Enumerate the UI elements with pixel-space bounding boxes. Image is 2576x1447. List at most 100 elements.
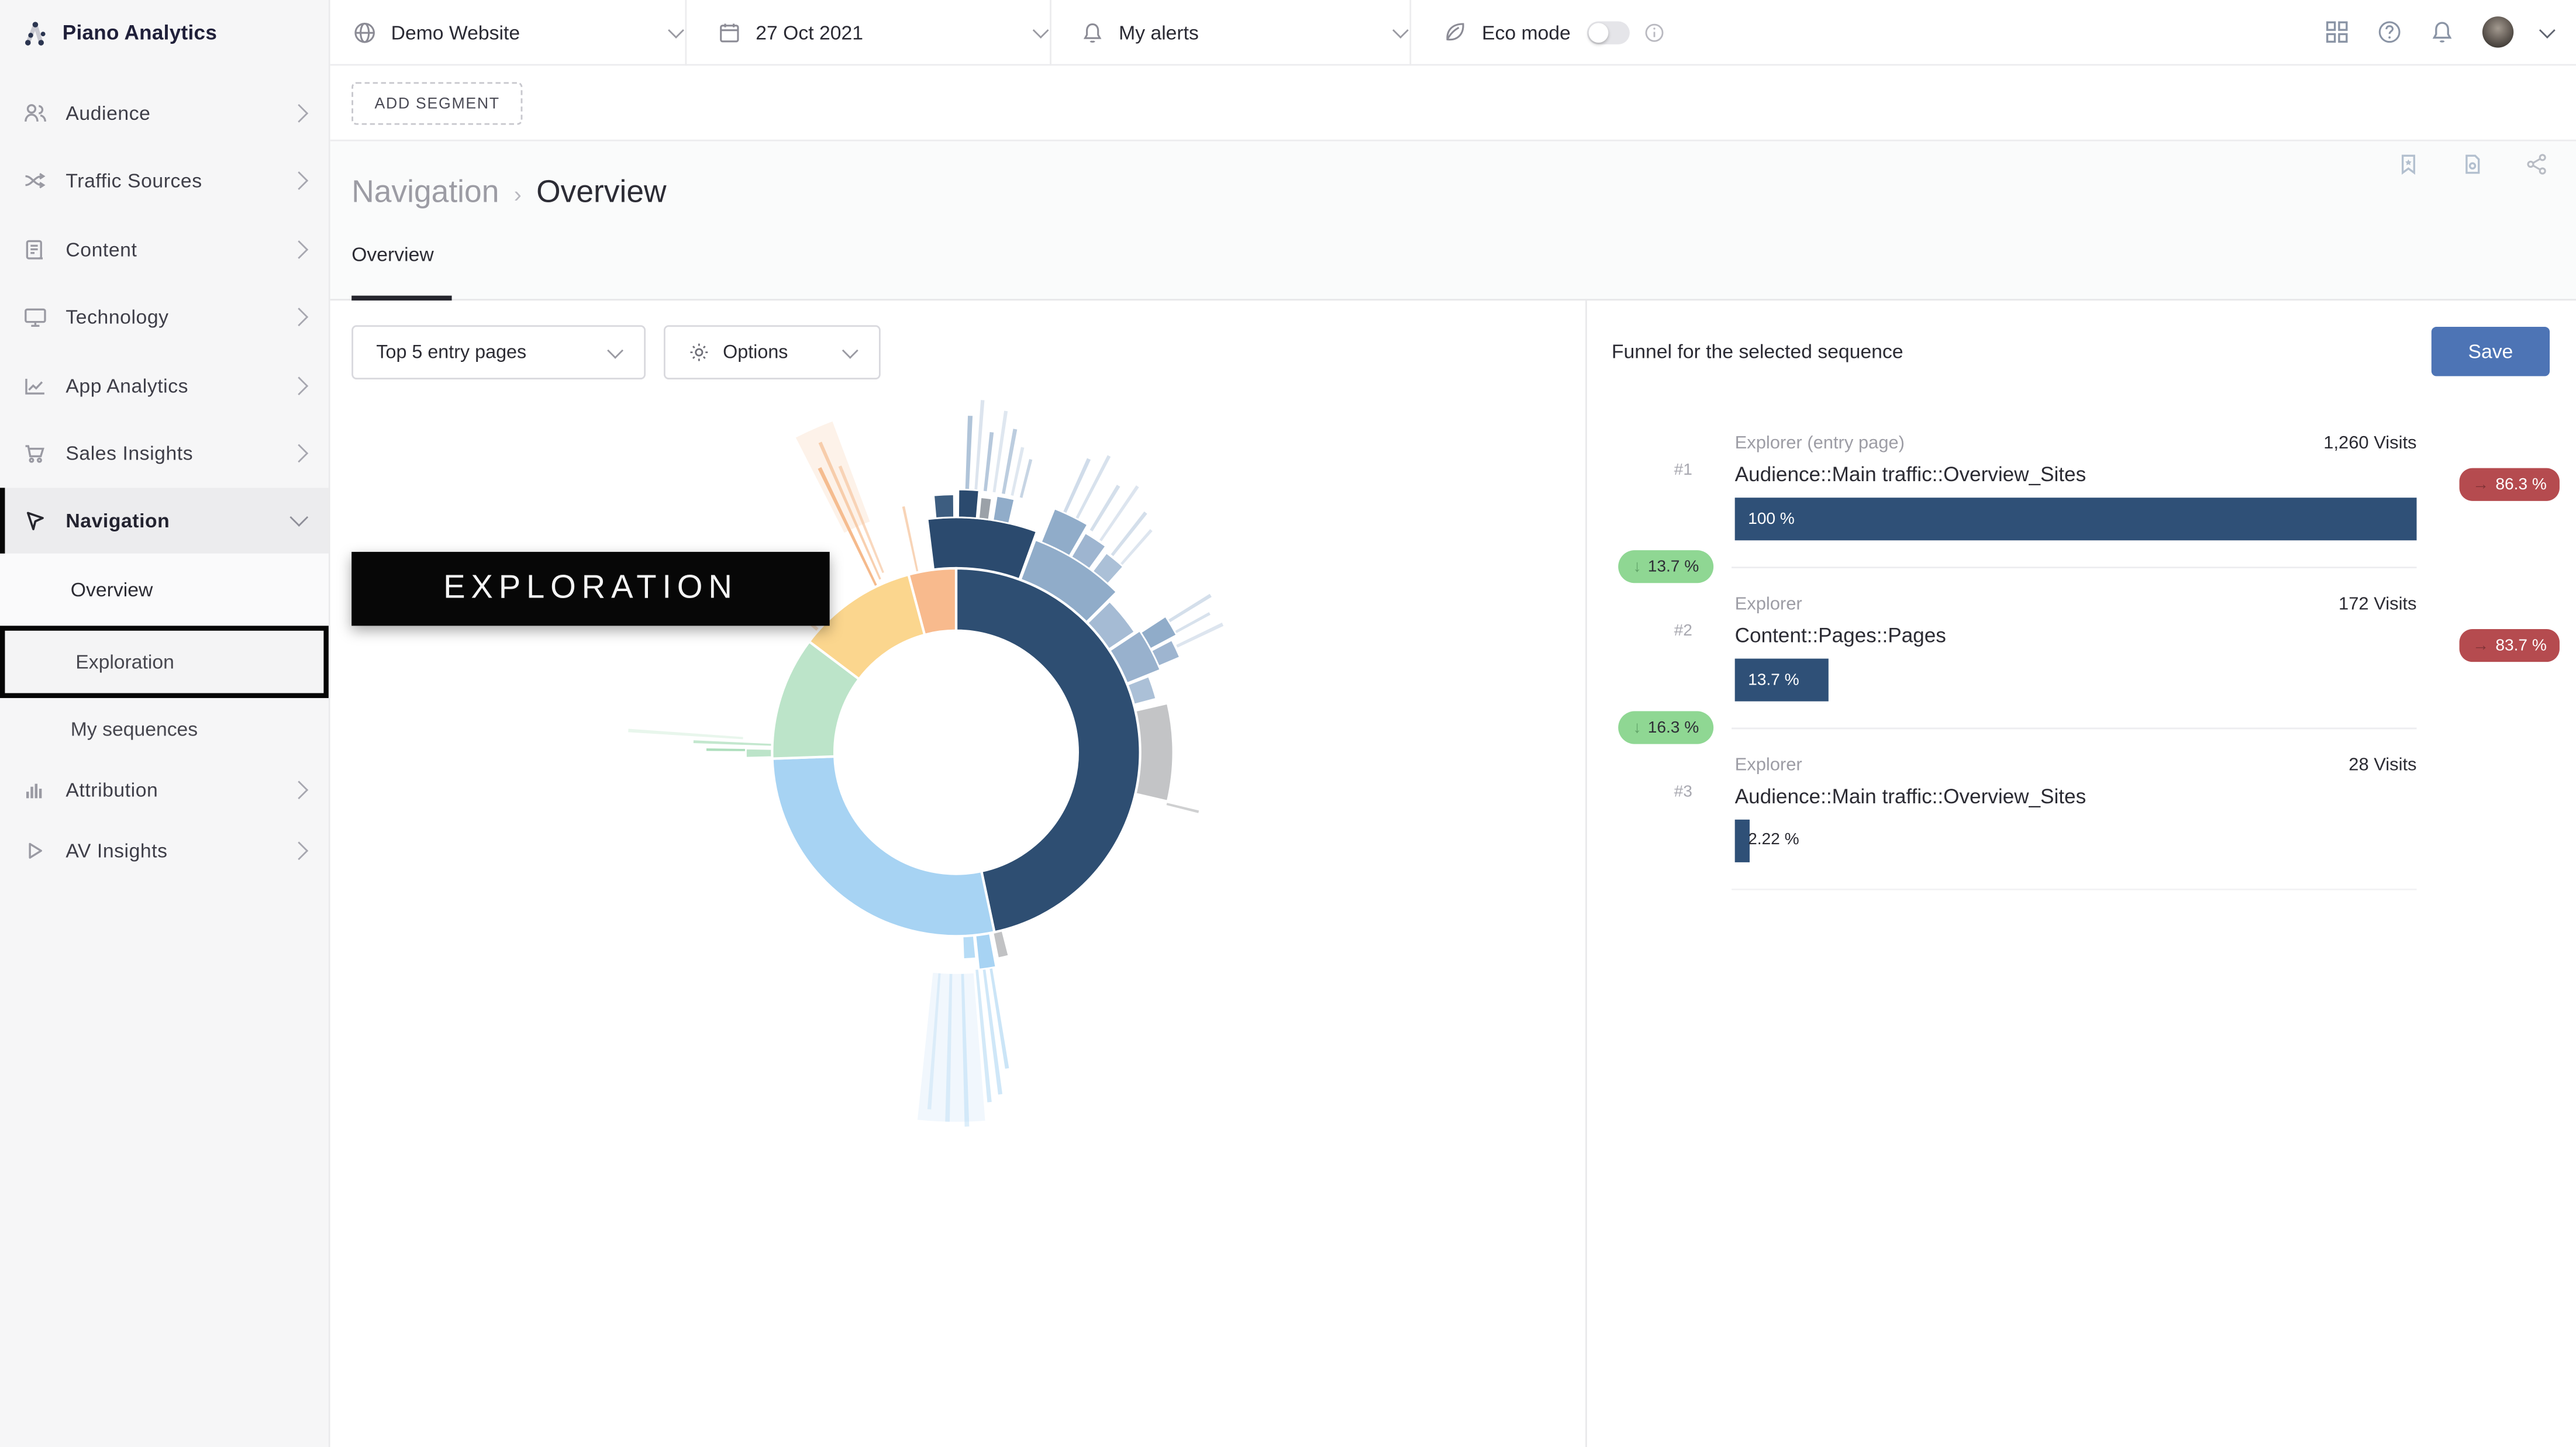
step-visits: 1,260 Visits bbox=[1973, 434, 2417, 454]
arrow-down-icon: ↓ bbox=[1633, 719, 1641, 737]
sidebar-item-label: Audience bbox=[65, 101, 282, 124]
step-name: Audience::Main traffic::Overview_Sites bbox=[1735, 785, 2087, 808]
sidebar-item-label: App Analytics bbox=[65, 374, 282, 397]
sidebar-item-technology[interactable]: Technology bbox=[0, 284, 329, 352]
exploration-annotation-label: EXPLORATION bbox=[443, 570, 738, 608]
sidebar-item-label: Technology bbox=[65, 306, 282, 329]
add-segment-button[interactable]: ADD SEGMENT bbox=[351, 82, 523, 125]
sidebar-item-app-analytics[interactable]: App Analytics bbox=[0, 351, 329, 420]
step-name: Content::Pages::Pages bbox=[1735, 624, 1946, 647]
monitor-icon bbox=[23, 306, 47, 329]
arrow-down-icon: ↓ bbox=[1633, 558, 1641, 576]
arrow-right-icon: → bbox=[2472, 637, 2489, 655]
drop-badge: ↓ 13.7 % bbox=[1618, 550, 1713, 583]
active-section-indicator bbox=[0, 488, 5, 553]
sidebar-item-label: Attribution bbox=[65, 778, 282, 800]
step-number: #1 bbox=[1674, 461, 1692, 479]
logo-text: Piano Analytics bbox=[63, 22, 217, 44]
chart-zone: Top 5 entry pages Options EXPLORATION bbox=[330, 301, 1585, 1447]
funnel-title: Funnel for the selected sequence bbox=[1612, 340, 1903, 363]
sidebar-item-label: Sales Insights bbox=[65, 442, 282, 465]
reach-badge: → 86.3 % bbox=[2460, 468, 2560, 501]
leaf-icon bbox=[1443, 20, 1467, 44]
breadcrumb: Navigation › Overview bbox=[351, 176, 666, 212]
cursor-icon bbox=[23, 509, 47, 532]
help-icon[interactable] bbox=[2377, 20, 2402, 44]
divider bbox=[1732, 889, 2416, 890]
sidebar-item-attribution[interactable]: Attribution bbox=[0, 759, 329, 820]
step-bar-track: 100 % bbox=[1735, 498, 2417, 540]
tab-overview[interactable]: Overview bbox=[351, 243, 434, 266]
step-number: #3 bbox=[1674, 783, 1692, 802]
apps-grid-icon[interactable] bbox=[2325, 20, 2349, 44]
sidebar-item-label: Traffic Sources bbox=[65, 170, 282, 192]
date-selector-value: 27 Oct 2021 bbox=[756, 20, 863, 43]
sidebar-subitem-exploration[interactable]: Exploration bbox=[0, 626, 329, 698]
report-file-icon[interactable] bbox=[2461, 153, 2484, 175]
app-window: Piano Analytics Audience Traffic Sources bbox=[0, 0, 2576, 1447]
sidebar-item-content[interactable]: Content bbox=[0, 215, 329, 284]
step-bar-label: 13.7 % bbox=[1735, 671, 1799, 689]
step-bar-label: 100 % bbox=[1735, 510, 1795, 528]
eco-mode-toggle[interactable] bbox=[1587, 20, 1630, 43]
topbar-right bbox=[2325, 16, 2576, 47]
sidebar: Piano Analytics Audience Traffic Sources bbox=[0, 0, 330, 1447]
sidebar-subitem-my-sequences[interactable]: My sequences bbox=[0, 698, 329, 759]
step-source: Explorer bbox=[1735, 755, 1802, 775]
drop-badge-value: 13.7 % bbox=[1648, 558, 1699, 576]
funnel-panel: Funnel for the selected sequence Save #1… bbox=[1585, 301, 2576, 1447]
piano-analytics-logo-icon bbox=[22, 19, 50, 47]
logo[interactable]: Piano Analytics bbox=[0, 0, 329, 65]
eco-mode-section: Eco mode bbox=[1411, 0, 1674, 65]
chevron-right-icon bbox=[289, 240, 308, 258]
avatar[interactable] bbox=[2482, 16, 2513, 47]
date-selector[interactable]: 27 Oct 2021 bbox=[687, 0, 1051, 65]
calendar-icon bbox=[718, 20, 741, 43]
step-bar-label: 2.22 % bbox=[1748, 831, 1799, 849]
drop-badge-value: 16.3 % bbox=[1648, 719, 1699, 737]
arrow-right-icon: → bbox=[2472, 475, 2489, 493]
alerts-selector[interactable]: My alerts bbox=[1051, 0, 1411, 65]
chevron-right-icon bbox=[289, 103, 308, 122]
sidebar-item-sales-insights[interactable]: Sales Insights bbox=[0, 420, 329, 488]
step-name: Audience::Main traffic::Overview_Sites bbox=[1735, 463, 2087, 486]
sidebar-subitem-label: Overview bbox=[71, 578, 153, 601]
share-icon[interactable] bbox=[2525, 153, 2548, 175]
drop-badge: ↓ 16.3 % bbox=[1618, 711, 1713, 744]
step-bar: 100 % bbox=[1735, 498, 2417, 540]
reach-badge-value: 83.7 % bbox=[2495, 637, 2546, 655]
sidebar-item-label: AV Insights bbox=[65, 840, 282, 862]
sidebar-item-navigation[interactable]: Navigation bbox=[0, 488, 329, 553]
breadcrumb-zone: Navigation › Overview Overview bbox=[330, 141, 2576, 301]
step-source: Explorer bbox=[1735, 595, 1802, 614]
step-number: #2 bbox=[1674, 623, 1692, 641]
notifications-bell-icon[interactable] bbox=[2430, 20, 2454, 44]
sidebar-item-audience[interactable]: Audience bbox=[0, 79, 329, 147]
user-menu-chevron-icon[interactable] bbox=[2539, 22, 2556, 38]
step-visits: 172 Visits bbox=[1973, 595, 2417, 614]
save-button[interactable]: Save bbox=[2432, 327, 2550, 376]
exploration-annotation: EXPLORATION bbox=[351, 552, 830, 626]
chevron-right-icon bbox=[289, 841, 308, 860]
chevron-right-icon bbox=[289, 780, 308, 799]
site-selector[interactable]: Demo Website bbox=[330, 0, 687, 65]
sidebar-item-label: Navigation bbox=[65, 509, 282, 532]
page-title: Overview bbox=[536, 176, 666, 212]
site-selector-value: Demo Website bbox=[391, 20, 520, 43]
eco-mode-label: Eco mode bbox=[1482, 20, 1571, 43]
chevron-down-icon bbox=[1392, 22, 1409, 38]
sidebar-item-traffic-sources[interactable]: Traffic Sources bbox=[0, 147, 329, 215]
sunburst-chart[interactable] bbox=[330, 301, 1585, 1447]
sidebar-item-label: Content bbox=[65, 238, 282, 261]
bookmark-icon[interactable] bbox=[2397, 153, 2420, 175]
chevron-down-icon bbox=[1033, 22, 1049, 38]
reach-badge-value: 86.3 % bbox=[2495, 475, 2546, 493]
chevron-right-icon bbox=[289, 377, 308, 395]
page-actions bbox=[2397, 153, 2548, 175]
reach-badge: → 83.7 % bbox=[2460, 629, 2560, 662]
sidebar-item-av-insights[interactable]: AV Insights bbox=[0, 820, 329, 882]
chevron-right-icon bbox=[289, 172, 308, 191]
step-visits: 28 Visits bbox=[1973, 755, 2417, 775]
sidebar-subitem-overview[interactable]: Overview bbox=[0, 554, 329, 626]
chart-line-icon bbox=[23, 374, 47, 397]
